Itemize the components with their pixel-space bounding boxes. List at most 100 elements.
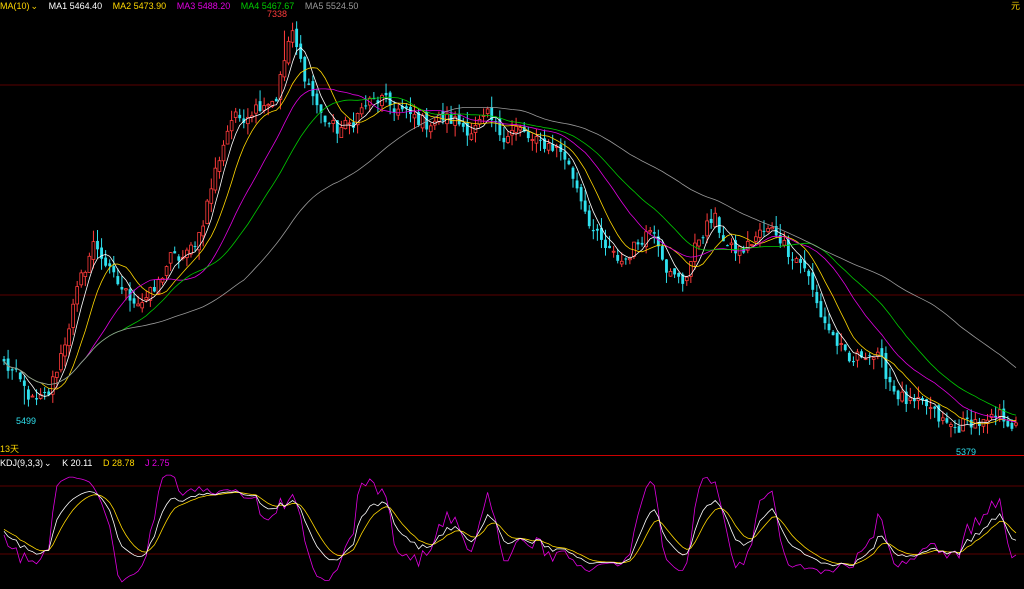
candle-body: [364, 105, 368, 107]
candle-body: [908, 397, 913, 401]
candle: [514, 117, 518, 141]
candle: [238, 108, 242, 122]
candle-body: [945, 418, 949, 423]
candle: [791, 252, 794, 270]
candle: [209, 178, 214, 213]
candle-body: [673, 268, 677, 275]
candle: [644, 225, 648, 254]
candle: [1002, 400, 1006, 429]
d-value: D 28.78: [102, 458, 135, 468]
kdj-legend: KDJ(9,3,3)⌄ K 20.11 D 28.78 J 2.75: [0, 457, 178, 469]
candle-body: [892, 385, 896, 392]
candle: [863, 352, 868, 361]
chevron-down-icon[interactable]: ⌄: [44, 458, 52, 468]
candle: [185, 247, 189, 267]
candle-body: [144, 297, 149, 301]
candle: [583, 190, 587, 215]
candle: [100, 238, 103, 270]
candle-body: [299, 43, 303, 59]
candle-body: [254, 104, 258, 114]
candle-body: [286, 40, 291, 64]
candle-body: [880, 348, 884, 357]
candle: [152, 279, 156, 293]
candle-body: [59, 353, 63, 371]
candle-body: [238, 114, 242, 119]
candle: [384, 83, 388, 103]
candle-body: [290, 30, 295, 43]
candle-body: [729, 242, 734, 246]
candle: [22, 375, 26, 405]
candle: [50, 370, 55, 403]
candle: [315, 88, 319, 114]
candle: [168, 252, 173, 272]
kdj-indicator-label[interactable]: KDJ(9,3,3)⌄: [0, 458, 52, 468]
candle: [96, 230, 99, 259]
candle: [282, 30, 287, 82]
candle: [575, 172, 579, 193]
candle: [26, 385, 30, 407]
candle: [888, 368, 892, 392]
candle: [286, 36, 291, 66]
candle-body: [583, 200, 587, 212]
candle-body: [428, 125, 433, 133]
candle: [477, 115, 482, 128]
candle-body: [213, 167, 218, 191]
candle-body: [152, 286, 156, 292]
candle: [835, 331, 839, 355]
candle: [75, 280, 80, 312]
candle: [104, 250, 108, 268]
kdj-indicator-name[interactable]: KDJ(9,3,3): [0, 458, 43, 468]
candle: [498, 110, 502, 141]
candle-body: [502, 137, 506, 143]
candle: [831, 330, 835, 336]
candle: [981, 419, 986, 433]
candle-body: [847, 352, 851, 362]
candle-body: [164, 266, 169, 276]
candle: [734, 234, 737, 261]
candle: [278, 71, 283, 110]
candle: [815, 284, 819, 309]
candle-body: [120, 286, 124, 290]
candle-body: [888, 376, 892, 383]
candle: [989, 408, 994, 421]
candle-body: [173, 251, 177, 254]
candle-body: [221, 144, 226, 162]
candle-body: [758, 229, 762, 238]
candle-body: [530, 139, 535, 141]
candle-body: [315, 93, 319, 106]
candle: [729, 238, 734, 253]
candle: [347, 119, 352, 135]
candle-body: [331, 120, 336, 124]
candle: [665, 259, 668, 283]
candle: [884, 346, 888, 390]
candle: [112, 255, 116, 278]
candle-body: [749, 244, 754, 246]
candle: [79, 269, 84, 288]
candle: [6, 349, 10, 379]
candle-body: [668, 271, 673, 277]
candle-body: [766, 227, 770, 232]
candle: [14, 359, 18, 373]
candle-body: [587, 210, 591, 227]
candle-body: [981, 419, 986, 427]
candle-body: [412, 113, 417, 119]
candle-body: [514, 126, 518, 133]
candle: [2, 356, 6, 366]
candle: [376, 96, 380, 113]
candle-body: [754, 236, 758, 242]
candle-body: [709, 218, 713, 223]
candle: [965, 410, 969, 424]
candle: [827, 313, 831, 334]
candle: [526, 126, 530, 143]
candle: [225, 125, 230, 145]
candle: [270, 100, 275, 108]
price-chart-svg[interactable]: [0, 0, 1024, 589]
candle-body: [1010, 422, 1014, 429]
candle: [343, 116, 348, 130]
candle-body: [835, 332, 839, 346]
candle-body: [420, 114, 425, 129]
candle-body: [579, 187, 583, 202]
candle: [819, 293, 823, 318]
candle-body: [83, 271, 88, 277]
candle: [229, 110, 234, 140]
